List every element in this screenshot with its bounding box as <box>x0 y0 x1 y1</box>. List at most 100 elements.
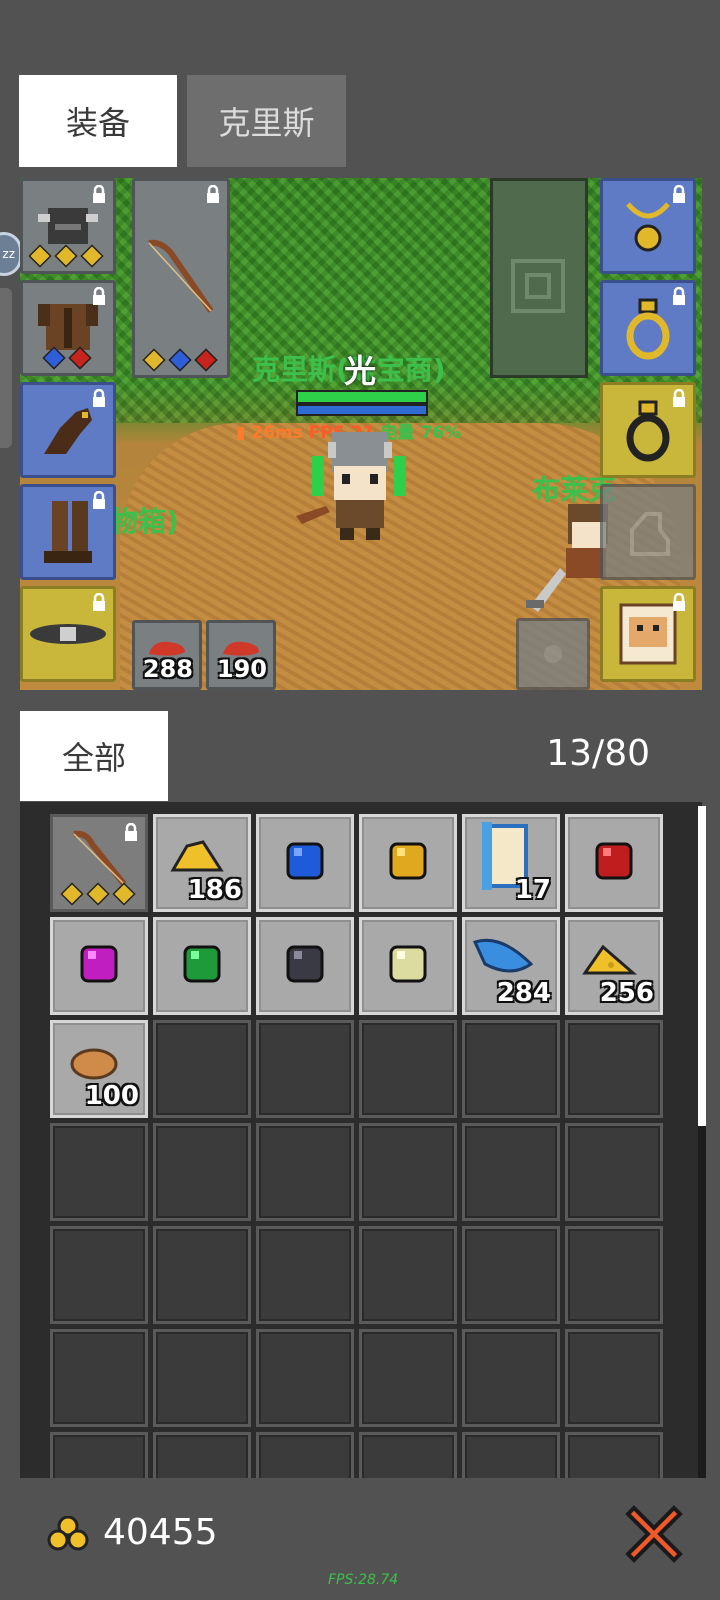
black-gem-icon <box>282 941 328 991</box>
equip-slot-weapon[interactable] <box>132 178 230 378</box>
inventory-slot-empty[interactable] <box>256 1432 354 1478</box>
tab-character[interactable]: 克里斯 <box>187 75 346 167</box>
inventory-slot-empty[interactable] <box>153 1020 251 1118</box>
inventory-slot[interactable]: 284 <box>462 917 560 1015</box>
lock-icon <box>673 389 685 407</box>
inventory-slot[interactable] <box>359 814 457 912</box>
inventory-scrollbar[interactable] <box>698 806 706 1126</box>
inventory-slot-empty[interactable] <box>462 1226 560 1324</box>
game-scene[interactable]: 克里斯(珠宝商) 光 ▮ 26ms FPS 21 电量 76% 物箱) 布莱克 <box>20 178 702 690</box>
green-gem-icon <box>179 941 225 991</box>
inventory-slot-empty[interactable] <box>256 1329 354 1427</box>
mana-bar <box>296 404 428 416</box>
inventory-slot-empty[interactable] <box>50 1123 148 1221</box>
side-handle[interactable] <box>0 288 12 448</box>
inventory-slot[interactable]: 186 <box>153 814 251 912</box>
close-icon[interactable] <box>622 1502 686 1566</box>
inventory-slot[interactable] <box>153 917 251 1015</box>
item-quantity: 17 <box>514 875 551 905</box>
equip-slot-ring-1[interactable] <box>600 280 696 376</box>
inventory-slot[interactable]: 100 <box>50 1020 148 1118</box>
equip-slot-necklace[interactable] <box>600 178 696 274</box>
quick-slot-qty: 190 <box>216 655 267 683</box>
empty-slot-icon <box>544 645 562 663</box>
gold-socket-icon <box>28 244 52 268</box>
item-quantity: 256 <box>599 978 654 1008</box>
blue-socket-icon <box>168 348 192 372</box>
inventory-panel[interactable]: 186 17 284 256 100 <box>20 802 702 1478</box>
inventory-slot-empty[interactable] <box>256 1226 354 1324</box>
tab-all[interactable]: 全部 <box>20 711 168 801</box>
inventory-slot-empty[interactable] <box>50 1226 148 1324</box>
equip-slot-armor[interactable] <box>20 280 116 376</box>
inventory-slot-empty[interactable] <box>565 1226 663 1324</box>
inventory-slot[interactable] <box>256 917 354 1015</box>
equip-slot-ring-2[interactable] <box>600 382 696 478</box>
inventory-slot-empty[interactable] <box>359 1432 457 1478</box>
equip-slot-gloves[interactable] <box>20 382 116 478</box>
inventory-slot[interactable]: 256 <box>565 917 663 1015</box>
lock-icon <box>673 185 685 203</box>
blue-socket-icon <box>42 346 66 370</box>
inventory-slot-empty[interactable] <box>256 1020 354 1118</box>
inventory-slot-empty[interactable] <box>153 1432 251 1478</box>
player-sprite <box>296 432 406 540</box>
gold-socket-icon <box>54 244 78 268</box>
inventory-slot-empty[interactable] <box>256 1123 354 1221</box>
lock-icon <box>207 185 219 203</box>
horse-icon <box>630 512 670 556</box>
equip-slot-boots[interactable] <box>20 484 116 580</box>
equip-slot-helmet[interactable] <box>20 178 116 274</box>
lock-icon <box>93 593 105 611</box>
inventory-slot[interactable] <box>50 814 148 912</box>
inventory-slot[interactable] <box>256 814 354 912</box>
bow-icon <box>148 239 214 313</box>
inventory-slot-empty[interactable] <box>153 1123 251 1221</box>
red-gem-icon <box>591 838 637 888</box>
inventory-slot-empty[interactable] <box>50 1329 148 1427</box>
scrollbar-track <box>698 1126 706 1478</box>
inventory-slot-empty[interactable] <box>565 1432 663 1478</box>
inventory-slot-empty[interactable] <box>359 1226 457 1324</box>
inventory-slot-empty[interactable] <box>462 1329 560 1427</box>
inventory-slot-empty[interactable] <box>565 1020 663 1118</box>
inventory-slot-empty[interactable] <box>153 1329 251 1427</box>
equip-slot-extra[interactable] <box>516 618 590 690</box>
inventory-slot-empty[interactable] <box>462 1020 560 1118</box>
ring-icon <box>626 400 670 462</box>
inventory-slot[interactable]: 17 <box>462 814 560 912</box>
equip-slot-mount[interactable] <box>600 484 696 580</box>
equip-slot-belt[interactable] <box>20 586 116 682</box>
fps-counter: FPS:28.74 <box>328 1572 399 1588</box>
quick-slot-2[interactable]: 190 <box>206 620 276 690</box>
inventory-grid: 186 17 284 256 100 <box>50 814 663 1478</box>
inventory-slot[interactable] <box>359 917 457 1015</box>
gold-socket-icon <box>60 882 84 906</box>
quick-slot-1[interactable]: 288 <box>132 620 202 690</box>
red-socket-icon <box>194 348 218 372</box>
inventory-slot-empty[interactable] <box>359 1329 457 1427</box>
purple-gem-icon <box>76 941 122 991</box>
inventory-slot[interactable] <box>565 814 663 912</box>
gold-socket-icon <box>80 244 104 268</box>
gold-socket-icon <box>112 882 136 906</box>
item-quantity: 284 <box>496 978 551 1008</box>
inventory-slot-empty[interactable] <box>50 1432 148 1478</box>
inventory-slot[interactable] <box>50 917 148 1015</box>
lock-icon <box>93 287 105 305</box>
gold-socket-icon <box>86 882 110 906</box>
tab-equipment[interactable]: 装备 <box>19 75 177 167</box>
equip-slot-pet[interactable] <box>600 586 696 682</box>
inventory-slot-empty[interactable] <box>462 1432 560 1478</box>
overhead-char: 光 <box>344 352 377 390</box>
inventory-slot-empty[interactable] <box>359 1123 457 1221</box>
edge-badge-label: zz <box>2 247 15 261</box>
lock-icon <box>123 822 139 841</box>
blue-gem-icon <box>282 838 328 888</box>
inventory-slot-empty[interactable] <box>565 1123 663 1221</box>
edge-badge[interactable]: zz <box>0 232 22 276</box>
inventory-slot-empty[interactable] <box>462 1123 560 1221</box>
inventory-slot-empty[interactable] <box>359 1020 457 1118</box>
inventory-slot-empty[interactable] <box>565 1329 663 1427</box>
inventory-slot-empty[interactable] <box>153 1226 251 1324</box>
